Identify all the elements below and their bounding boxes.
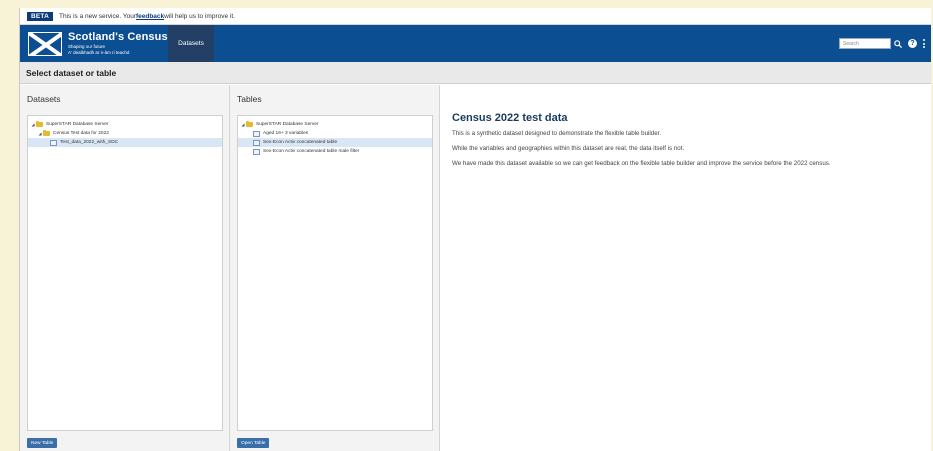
open-table-button[interactable]: Open Table xyxy=(237,438,270,448)
beta-text-after: will help us to improve it. xyxy=(164,12,235,20)
page-title: Select dataset or table xyxy=(20,62,931,84)
feedback-link[interactable]: feedback xyxy=(136,13,164,20)
help-icon[interactable]: ? xyxy=(908,39,917,48)
datasets-tree: ◢ SuperSTAR Database Server ◢ Census Tes… xyxy=(27,115,223,431)
tree-item-dataset-selected[interactable]: Test_data_2022_with_SDC xyxy=(28,138,222,147)
main-content: Datasets ◢ SuperSTAR Database Server ◢ C… xyxy=(20,85,931,451)
more-options-icon[interactable] xyxy=(922,38,926,49)
site-logo[interactable]: Scotland's Census Shaping our future A' … xyxy=(28,25,168,62)
logo-subtitle-gd: A' dealbhadh ar n-àm ri teachd xyxy=(68,50,130,55)
table-icon xyxy=(253,130,260,137)
nav-datasets-tab[interactable]: Datasets xyxy=(168,25,214,62)
tree-item-table[interactable]: Aged 16+ 3 variables xyxy=(238,129,432,138)
dataset-purpose: We have made this dataset available so w… xyxy=(452,160,831,167)
dataset-note: While the variables and geographies with… xyxy=(452,145,685,152)
tree-item-server[interactable]: ◢ SuperSTAR Database Server xyxy=(238,120,432,129)
search-input[interactable]: Search xyxy=(839,38,891,49)
beta-tag: BETA xyxy=(27,11,54,21)
tree-item-census-folder[interactable]: ◢ Census Test data for 2022 xyxy=(28,129,222,138)
tables-panel: Tables ◢ SuperSTAR Database Server Aged … xyxy=(230,85,440,451)
beta-banner: BETA This is a new service. Your feedbac… xyxy=(20,8,931,25)
dataset-description: This is a synthetic dataset designed to … xyxy=(452,130,662,137)
datasets-panel: Datasets ◢ SuperSTAR Database Server ◢ C… xyxy=(20,85,230,451)
dataset-icon xyxy=(50,139,57,146)
table-icon xyxy=(253,139,260,146)
dataset-heading: Census 2022 test data xyxy=(452,112,568,124)
tables-tree: ◢ SuperSTAR Database Server Aged 16+ 3 v… xyxy=(237,115,433,431)
tables-panel-title: Tables xyxy=(237,94,262,104)
tree-item-table[interactable]: Sex-Econ Activ concatenated table male f… xyxy=(238,147,432,156)
table-icon xyxy=(253,148,260,155)
new-table-button[interactable]: New Table xyxy=(27,438,58,448)
logo-title: Scotland's Census xyxy=(68,30,168,43)
tree-item-server[interactable]: ◢ SuperSTAR Database Server xyxy=(28,120,222,129)
dataset-details: Census 2022 test data This is a syntheti… xyxy=(440,85,931,451)
site-header: Scotland's Census Shaping our future A' … xyxy=(20,25,931,62)
app-window: BETA This is a new service. Your feedbac… xyxy=(19,8,931,451)
tree-item-table-selected[interactable]: Sex-Econ Activ concatenated table xyxy=(238,138,432,147)
folder-icon xyxy=(36,121,43,127)
search-icon[interactable] xyxy=(892,38,903,49)
datasets-panel-title: Datasets xyxy=(27,94,61,104)
beta-text-before: This is a new service. Your xyxy=(59,12,136,20)
logo-subtitle-en: Shaping our future xyxy=(68,43,106,49)
folder-icon xyxy=(246,121,253,127)
saltire-flag-icon xyxy=(28,31,62,56)
folder-icon xyxy=(43,130,50,136)
